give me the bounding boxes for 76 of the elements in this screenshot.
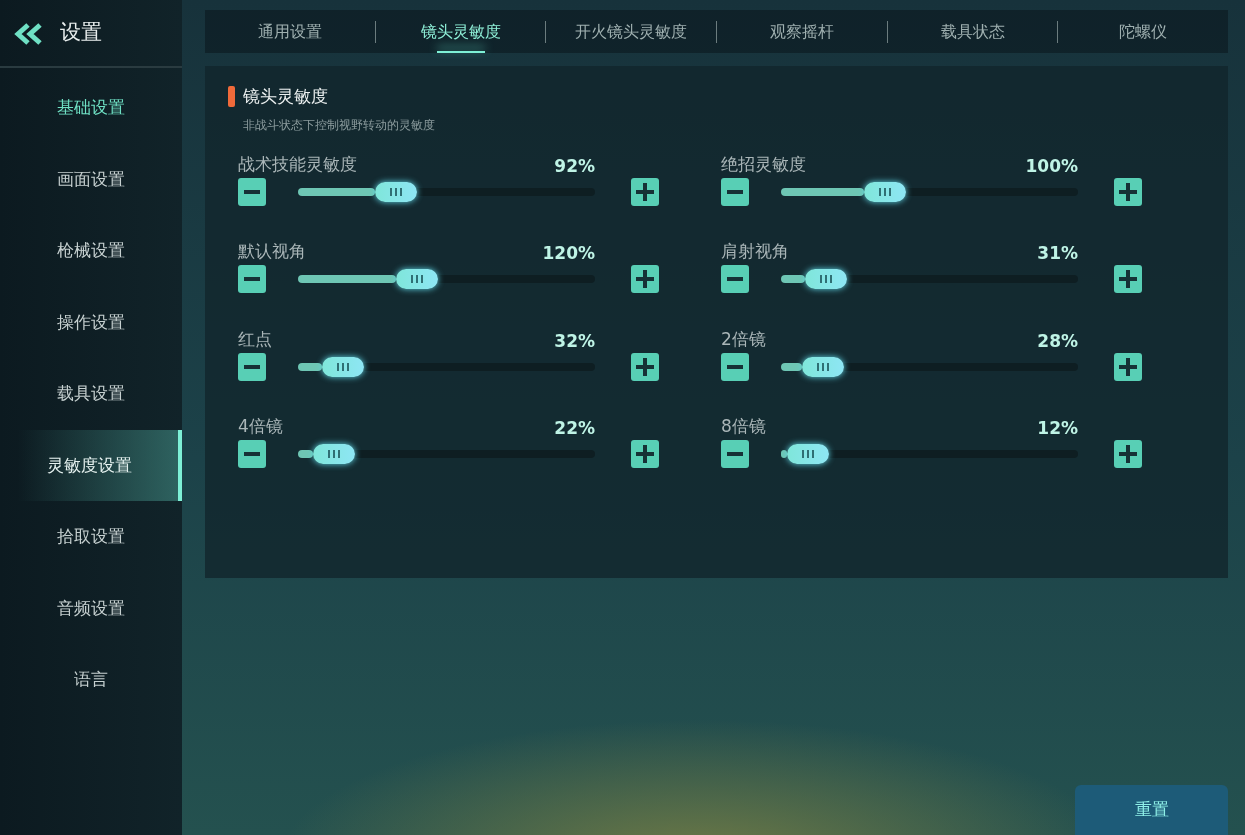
tab[interactable]: 通用设置 [205,10,375,53]
tab[interactable]: 载具状态 [887,10,1058,53]
minus-button[interactable] [238,352,266,381]
sidebar-item[interactable]: 基础设置 [0,72,182,144]
sidebar-item[interactable]: 枪械设置 [0,215,182,287]
minus-icon [244,452,260,456]
minus-icon [244,189,260,194]
plus-button[interactable] [631,440,659,468]
minus-icon [244,277,260,281]
sidebar-item[interactable]: 画面设置 [0,143,182,215]
minus-icon [727,189,743,194]
plus-icon [1118,444,1138,464]
slider-thumb[interactable] [804,269,847,289]
accent-mark [228,86,235,108]
plus-icon [1118,181,1138,202]
section-subtitle: 非战斗状态下控制视野转动的灵敏度 [243,116,436,134]
sidebar-title: 设置 [60,19,102,47]
minus-button[interactable] [721,265,749,293]
plus-button[interactable] [631,265,659,293]
slider-value: 100% [1025,154,1078,178]
slider-thumb[interactable] [375,181,418,202]
minus-button[interactable] [721,440,749,468]
tab[interactable]: 开火镜头灵敏度 [546,10,716,53]
slider-value: 120% [542,242,595,265]
back-button[interactable] [14,21,44,45]
plus-button[interactable] [1114,440,1142,468]
plus-button[interactable] [631,177,659,206]
slider-value: 32% [554,329,595,353]
plus-icon [1118,356,1138,377]
minus-button[interactable] [721,177,749,206]
slider-thumb[interactable] [312,444,355,464]
slider-label: 红点 [238,327,272,351]
section-title: 镜头灵敏度 [243,85,328,108]
slider-label: 肩射视角 [721,240,789,263]
slider-value: 28% [1037,329,1078,353]
plus-icon [635,181,655,202]
plus-icon [635,444,655,464]
slider-label: 默认视角 [238,240,306,263]
reset-button[interactable]: 重置 [1075,785,1228,835]
plus-button[interactable] [1114,352,1142,381]
minus-button[interactable] [721,352,749,381]
plus-button[interactable] [1114,265,1142,293]
tab[interactable]: 观察摇杆 [717,10,887,53]
minus-button[interactable] [238,177,266,206]
sidebar-item[interactable]: 语言 [0,644,182,716]
plus-icon [635,356,655,377]
sidebar-item[interactable]: 拾取设置 [0,501,182,573]
slider-label: 绝招灵敏度 [721,152,806,176]
slider-value: 12% [1037,417,1078,440]
minus-icon [727,452,743,456]
slider-thumb[interactable] [321,356,364,377]
slider-value: 92% [554,154,595,178]
slider-thumb[interactable] [864,181,907,202]
plus-icon [1118,269,1138,289]
minus-button[interactable] [238,440,266,468]
minus-icon [727,277,743,281]
minus-icon [244,364,260,369]
plus-button[interactable] [1114,177,1142,206]
plus-icon [635,269,655,289]
slider-value: 31% [1037,242,1078,265]
slider-thumb[interactable] [786,444,829,464]
tab[interactable]: 陀螺仪 [1058,10,1229,53]
slider-thumb[interactable] [396,269,438,289]
sidebar-item[interactable]: 操作设置 [0,286,182,358]
slider-value: 22% [554,417,595,440]
slider-label: 4倍镜 [238,415,283,438]
slider-label: 8倍镜 [721,415,766,438]
slider-thumb[interactable] [801,356,844,377]
sidebar-item[interactable]: 音频设置 [0,572,182,644]
slider-label: 战术技能灵敏度 [238,152,357,176]
tab[interactable]: 镜头灵敏度 [375,10,546,53]
plus-button[interactable] [631,352,659,381]
slider-label: 2倍镜 [721,327,766,351]
sidebar-item[interactable]: 载具设置 [0,358,182,430]
minus-button[interactable] [238,265,266,293]
minus-icon [727,364,743,369]
